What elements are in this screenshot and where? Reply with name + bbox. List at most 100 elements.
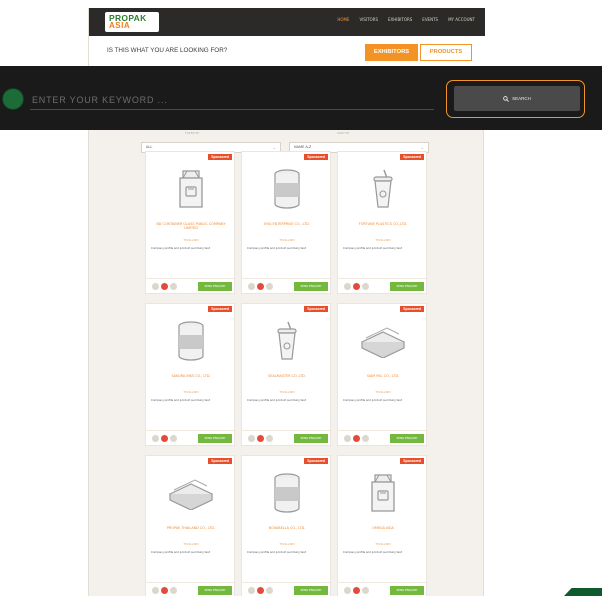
corner-tab[interactable] [564,588,602,596]
favorite-icon[interactable] [344,587,351,594]
bookmark-icon[interactable] [257,587,264,594]
exhibitor-card[interactable]: Sponsored NOVABELLA CO., LTD. THAILAND Comp… [241,455,332,596]
nav-visitors[interactable]: VISITORS [359,17,378,22]
share-icon[interactable] [170,587,177,594]
send-enquiry-button[interactable]: SEND ENQUIRY [390,434,424,443]
card-actions: SEND ENQUIRY [338,582,428,596]
exhibitor-name[interactable]: SEALMASTER CO.,LTD. [246,374,328,378]
exhibitor-name[interactable]: ENG ENTERPRISE CO., LTD. [246,222,328,226]
carton-box-icon[interactable] [146,166,236,212]
share-icon[interactable] [170,283,177,290]
tin-can-icon[interactable] [242,166,332,212]
send-enquiry-button[interactable]: SEND ENQUIRY [390,586,424,595]
flat-box-icon[interactable] [146,470,236,516]
send-enquiry-button[interactable]: SEND ENQUIRY [390,282,424,291]
favorite-icon[interactable] [152,435,159,442]
exhibitor-location: THAILAND [375,238,391,242]
exhibitor-name[interactable]: SAKURA INKS CO., LTD. [150,374,232,378]
tin-can-icon[interactable] [242,470,332,516]
send-enquiry-button[interactable]: SEND ENQUIRY [294,586,328,595]
share-icon[interactable] [170,435,177,442]
send-enquiry-button[interactable]: SEND ENQUIRY [198,434,232,443]
filter-value: ALL [146,145,153,149]
favorite-icon[interactable] [248,283,255,290]
bookmark-icon[interactable] [161,587,168,594]
exhibitor-description: Company profile and product summary text [247,246,306,250]
exhibitor-location: THAILAND [375,542,391,546]
share-icon[interactable] [266,435,273,442]
card-actions: SEND ENQUIRY [242,278,332,293]
exhibitor-card[interactable]: Sponsored BD CONTAINER GLASS PUBLIC COMPA… [145,151,236,294]
favorite-icon[interactable] [248,435,255,442]
bookmark-icon[interactable] [161,283,168,290]
exhibitor-card[interactable]: Sponsored ENG ENTERPRISE CO., LTD. THAILAN… [241,151,332,294]
exhibitor-name[interactable]: PROPAK THAILAND CO., LTD. [150,526,232,530]
top-navbar: PROPAK ASIA HOME VISITORS EXHIBITORS EVE… [89,8,485,36]
exhibitor-card[interactable]: Sponsored PROPAK THAILAND CO., LTD. THAILA… [145,455,236,596]
sponsored-badge: Sponsored [400,306,424,312]
exhibitor-name[interactable]: NOVABELLA CO., LTD. [246,526,328,530]
search-button[interactable]: SEARCH [454,86,580,111]
propak-asia-logo[interactable]: PROPAK ASIA [105,12,159,32]
favorite-icon[interactable] [344,435,351,442]
favorite-icon[interactable] [248,587,255,594]
nav-events[interactable]: EVENTS [422,17,438,22]
favorite-icon[interactable] [344,283,351,290]
exhibitor-location: THAILAND [183,390,199,394]
exhibitor-location: THAILAND [183,542,199,546]
bookmark-icon[interactable] [353,435,360,442]
sponsored-badge: Sponsored [304,306,328,312]
card-actions: SEND ENQUIRY [146,430,236,445]
exhibitor-description: Company profile and product summary text [343,246,402,250]
exhibitor-card[interactable]: Sponsored SAKURA INKS CO., LTD. THAILAND Co… [145,303,236,446]
share-icon[interactable] [362,283,369,290]
exhibitor-name[interactable]: SIAM PAC CO., LTD. [342,374,424,378]
exhibitor-description: Company profile and product summary text [247,398,306,402]
favorite-icon[interactable] [152,587,159,594]
share-icon[interactable] [266,283,273,290]
send-enquiry-button[interactable]: SEND ENQUIRY [198,586,232,595]
exhibitor-name[interactable]: BD CONTAINER GLASS PUBLIC COMPANY LIMITE… [150,222,232,230]
sponsored-badge: Sponsored [208,458,232,464]
send-enquiry-button[interactable]: SEND ENQUIRY [294,434,328,443]
looking-for-text: IS THIS WHAT YOU ARE LOOKING FOR? [107,47,228,54]
cup-lid-straw-icon[interactable] [338,166,428,212]
flat-box-icon[interactable] [338,318,428,364]
exhibitor-name[interactable]: FORTUNE PLASTICS CO.,LTD. [342,222,424,226]
filter-label: FILTER BY [185,131,200,135]
tin-can-icon[interactable] [146,318,236,364]
exhibitors-tab-button[interactable]: EXHIBITORS [365,44,418,61]
share-icon[interactable] [362,587,369,594]
share-icon[interactable] [362,435,369,442]
exhibitor-name[interactable]: OMEGA ASIA [342,526,424,530]
cup-lid-straw-icon[interactable] [242,318,332,364]
send-enquiry-button[interactable]: SEND ENQUIRY [294,282,328,291]
exhibitor-card[interactable]: Sponsored SIAM PAC CO., LTD. THAILAND Compa… [337,303,428,446]
nav-home[interactable]: HOME [337,17,349,22]
exhibitor-card[interactable]: Sponsored OMEGA ASIA THAILAND Company profi… [337,455,428,596]
cursor-marker [2,88,24,110]
exhibitor-card[interactable]: Sponsored FORTUNE PLASTICS CO.,LTD. THAILA… [337,151,428,294]
nav-exhibitors[interactable]: EXHIBITORS [388,17,412,22]
bookmark-icon[interactable] [353,587,360,594]
exhibitor-description: Company profile and product summary text [343,550,402,554]
bookmark-icon[interactable] [257,435,264,442]
bookmark-icon[interactable] [161,435,168,442]
sort-value: NAME A-Z [294,145,312,149]
bookmark-icon[interactable] [353,283,360,290]
nav-my-account[interactable]: MY ACCOUNT [448,17,475,22]
keyword-search-input[interactable] [30,90,434,110]
card-actions: SEND ENQUIRY [242,582,332,596]
send-enquiry-button[interactable]: SEND ENQUIRY [198,282,232,291]
favorite-icon[interactable] [152,283,159,290]
share-icon[interactable] [266,587,273,594]
products-tab-button[interactable]: PRODUCTS [420,44,472,61]
sponsored-badge: Sponsored [304,458,328,464]
exhibitor-card[interactable]: Sponsored SEALMASTER CO.,LTD. THAILAND Comp… [241,303,332,446]
card-actions: SEND ENQUIRY [146,278,236,293]
bookmark-icon[interactable] [257,283,264,290]
card-actions: SEND ENQUIRY [242,430,332,445]
search-icon [503,95,509,102]
exhibitor-description: Company profile and product summary text [151,398,210,402]
carton-box-icon[interactable] [338,470,428,516]
